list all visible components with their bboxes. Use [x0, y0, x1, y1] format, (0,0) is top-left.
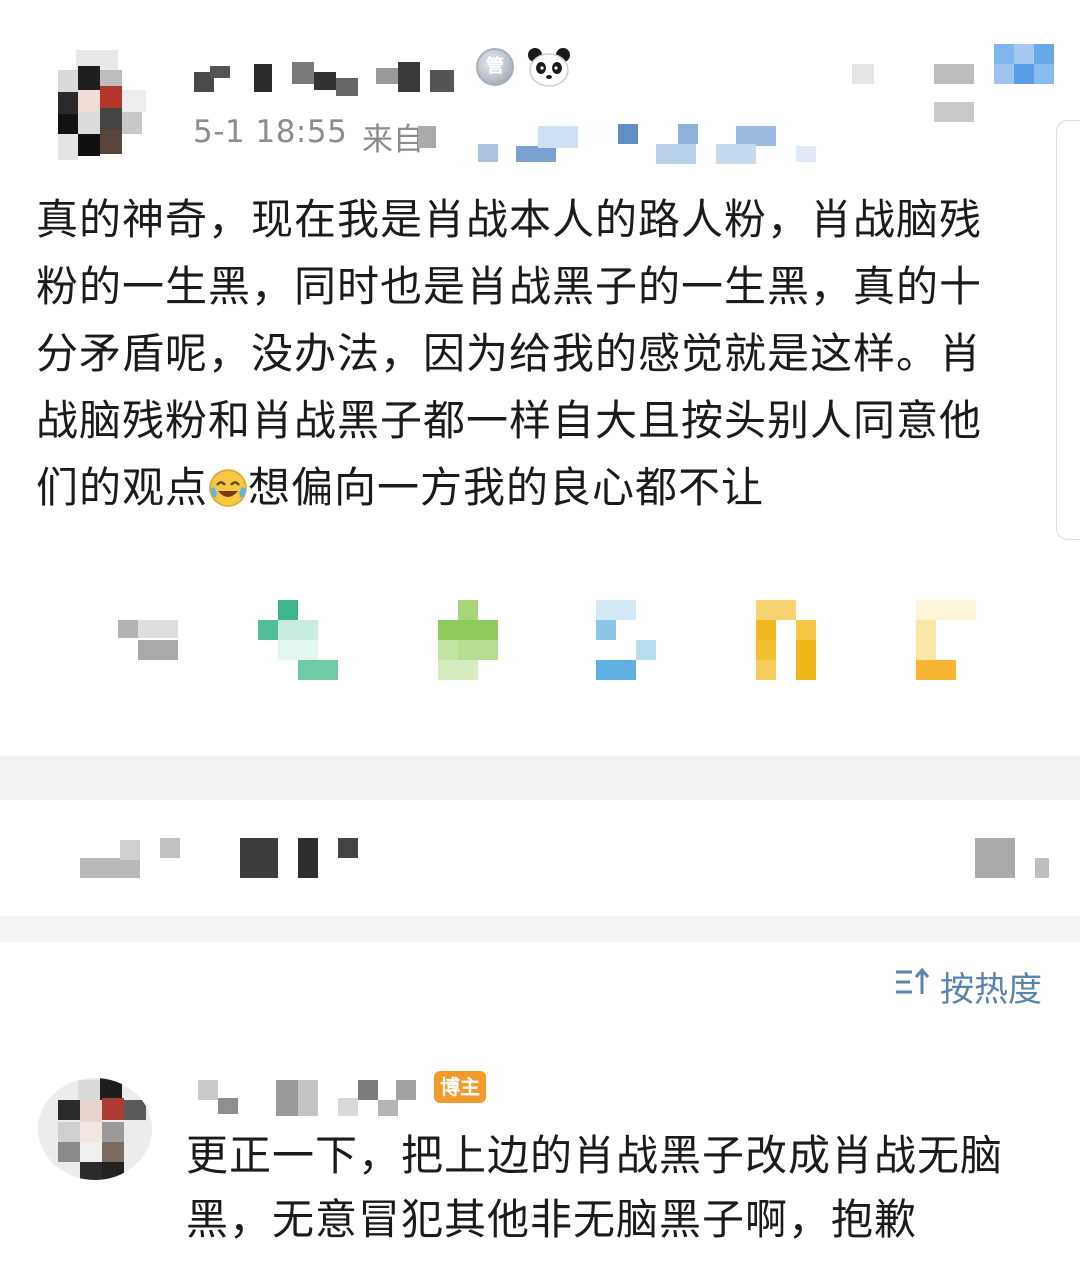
reply-content: 更正一下，把上边的肖战黑子改成肖战无脑 黑，无意冒犯其他非无脑黑子啊，抱歉 [186, 1124, 1056, 1252]
laugh-cry-emoji-icon [208, 460, 248, 507]
author-tag-badge: 博主 [434, 1071, 486, 1103]
post-content: 真的神奇，现在我是肖战本人的路人粉，肖战脑残 粉的一生黑，同时也是肖战黑子的一生… [36, 186, 1036, 521]
post-text-line: 分矛盾呢，没办法，因为给我的感觉就是这样。肖 [36, 329, 983, 378]
section-divider [0, 916, 1080, 942]
reply-text-line: 黑，无意冒犯其他非无脑黑子啊，抱歉 [186, 1195, 918, 1244]
sort-icon [894, 966, 932, 1007]
post-action-row [0, 598, 1080, 688]
reply-avatar[interactable] [38, 1078, 152, 1180]
comment-button[interactable] [258, 600, 340, 682]
follow-button[interactable] [994, 44, 1054, 84]
header-menu-blur[interactable] [852, 60, 982, 124]
reward-button[interactable] [756, 600, 818, 682]
post-text-line: 粉的一生黑，同时也是肖战黑子的一生黑，真的十 [36, 262, 983, 311]
blurred-info-bar [0, 820, 1080, 900]
more-action-button[interactable] [916, 600, 978, 682]
post-source-label: 来自 [362, 122, 424, 158]
forward-button[interactable] [118, 618, 180, 660]
post-text-segment: 想偏向一方我的良心都不让 [248, 463, 765, 512]
post-text-line: 战脑残粉和肖战黑子都一样自大且按头别人同意他 [36, 396, 983, 445]
medal-badge-icon: 管 [476, 48, 514, 86]
post-text-segment: 们的观点 [36, 463, 209, 512]
post-text-line: 真的神奇，现在我是肖战本人的路人粉，肖战脑残 [36, 195, 983, 244]
panda-badge-icon [526, 46, 572, 88]
side-panel-edge [1056, 120, 1080, 540]
username[interactable] [192, 58, 512, 100]
reply-text-line: 更正一下，把上边的肖战黑子改成肖战无脑 [186, 1131, 1004, 1180]
share-button[interactable] [596, 600, 658, 682]
post-time: 5-1 18:55 [193, 114, 348, 150]
avatar[interactable] [58, 50, 158, 162]
post-text-line: 们的观点 想偏向一方我的良心都不让 [36, 454, 1036, 521]
source-device-blur [418, 120, 818, 164]
sort-by-hot-button[interactable]: 按热度 [894, 962, 1042, 1011]
like-button[interactable] [438, 600, 500, 682]
section-divider [0, 756, 1080, 800]
post-source: 来自 [362, 114, 424, 159]
sort-label: 按热度 [940, 970, 1042, 1010]
reply-username[interactable] [196, 1078, 426, 1118]
